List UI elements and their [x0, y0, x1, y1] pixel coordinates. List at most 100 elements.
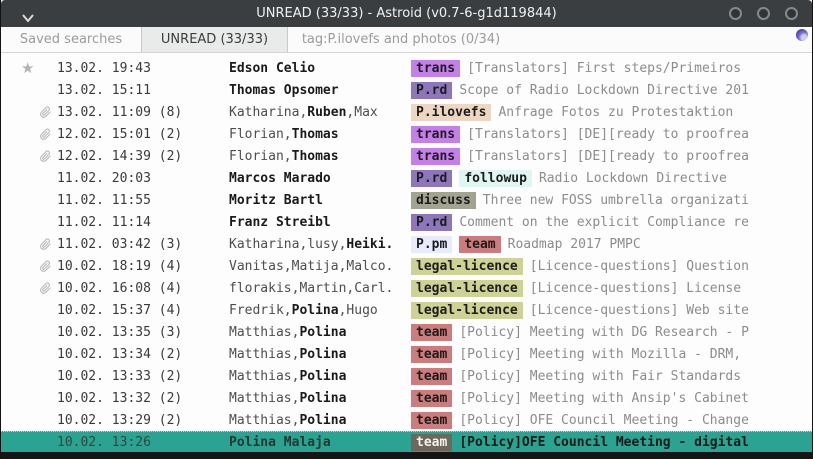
authors-cell: Matthias,Polina — [229, 325, 411, 340]
tags-subject-cell: trans [Translators] [DE][ready to proofre… — [411, 148, 812, 165]
paperclip-icon — [39, 259, 52, 273]
mail-thread-list: ★13.02. 19:43Edson Celiotrans[Translator… — [1, 53, 812, 453]
subject-text: Comment on the explicit Compliance re — [459, 215, 749, 230]
tags-subject-cell: team[Policy] OFE Council Meeting - Chang… — [411, 412, 812, 429]
flag-column — [1, 365, 57, 387]
list-item[interactable]: 10.02. 18:19 (4)Vanitas,Matija,Malco.leg… — [1, 255, 812, 277]
flag-column — [1, 101, 57, 123]
tags-subject-cell: P.pm team Roadmap 2017 PMPC — [411, 236, 812, 253]
authors-cell: florakis,Martin,Carl. — [229, 281, 411, 296]
list-item[interactable]: 12.02. 14:39 (2)Florian,Thomastrans[Tran… — [1, 145, 812, 167]
tags-subject-cell: P.rdfollowupRadio Lockdown Directive — [411, 170, 812, 187]
subject-text: Roadmap 2017 PMPC — [508, 237, 641, 252]
authors-cell: Matthias,Polina — [229, 391, 411, 406]
tags-subject-cell: team[Policy] Meeting with DG Research - … — [411, 324, 812, 341]
list-item[interactable]: 10.02. 15:37 (4)Fredrik,Polina,Hugolegal… — [1, 299, 812, 321]
date-cell: 10.02. 13:29 (2) — [57, 413, 229, 428]
tag-chip: legal-licence — [411, 258, 523, 275]
paperclip-icon — [39, 237, 52, 251]
star-icon: ★ — [21, 59, 34, 77]
list-item[interactable]: 10.02. 13:32 (2)Matthias,Polinateam[Poli… — [1, 387, 812, 409]
list-item[interactable]: 10.02. 13:34 (2)Matthias,Polinateam[Poli… — [1, 343, 812, 365]
authors-cell: Edson Celio — [229, 61, 411, 76]
authors-cell: Thomas Opsomer — [229, 83, 411, 98]
authors-cell: Marcos Marado — [229, 171, 411, 186]
authors-cell: Fredrik,Polina,Hugo — [229, 303, 411, 318]
list-item[interactable]: 11.02. 11:14Franz StreiblP.rdComment on … — [1, 211, 812, 233]
date-cell: 10.02. 15:37 (4) — [57, 303, 229, 318]
list-item[interactable]: 10.02. 13:33 (2)Matthias,Polinateam[Poli… — [1, 365, 812, 387]
tags-subject-cell: P.rdScope of Radio Lockdown Directive 20… — [411, 82, 812, 99]
poll-status-icon — [796, 29, 808, 41]
subject-text: [Licence-questions] Web site — [530, 303, 749, 318]
flag-column — [1, 343, 57, 365]
tags-subject-cell: P.ilovefsAnfrage Fotos zu Protestaktion — [411, 104, 812, 121]
subject-text: Radio Lockdown Directive — [539, 171, 727, 186]
subject-text: [Policy] Meeting with Fair Standards — [459, 369, 741, 384]
list-item[interactable]: ★13.02. 19:43Edson Celiotrans[Translator… — [1, 57, 812, 79]
tab-unread[interactable]: UNREAD (33/33) — [141, 27, 288, 52]
authors-cell: Moritz Bartl — [229, 193, 411, 208]
flag-column — [1, 255, 57, 277]
date-cell: 10.02. 13:33 (2) — [57, 369, 229, 384]
tag-chip: trans — [411, 60, 460, 77]
flag-column — [1, 189, 57, 211]
tags-subject-cell: team[Policy] Meeting with Ansip's Cabine… — [411, 390, 812, 407]
subject-text: Anfrage Fotos zu Protestaktion — [498, 105, 733, 120]
tag-chip: team — [411, 412, 452, 429]
tag-chip: P.pm — [411, 236, 452, 253]
window-button-3[interactable] — [785, 7, 798, 20]
list-item[interactable]: 12.02. 15:01 (2)Florian,Thomastrans[Tran… — [1, 123, 812, 145]
tab-tag-search[interactable]: tag:P.ilovefs and photos (0/34) — [288, 27, 514, 52]
paperclip-icon — [39, 127, 52, 141]
list-item[interactable]: 11.02. 20:03Marcos MaradoP.rdfollowupRad… — [1, 167, 812, 189]
window-button-1[interactable] — [729, 7, 742, 20]
tag-chip: trans — [411, 148, 460, 165]
tag-chip: legal-licence — [411, 280, 523, 297]
flag-column — [1, 431, 57, 453]
flag-column — [1, 211, 57, 233]
authors-cell: Vanitas,Matija,Malco. — [229, 259, 411, 274]
subject-text: [Policy] Meeting with Mozilla - DRM, — [459, 347, 741, 362]
flag-column — [1, 299, 57, 321]
paperclip-icon — [39, 281, 52, 295]
tags-subject-cell: P.rdComment on the explicit Compliance r… — [411, 214, 812, 231]
list-item-selected[interactable]: 10.02. 13:26Polina Malajateam[Policy]OFE… — [1, 431, 812, 453]
subject-text: [Translators] [DE][ready to proofrea — [467, 149, 749, 164]
flag-column — [1, 321, 57, 343]
list-item[interactable]: 11.02. 03:42 (3)Katharina,lusy,Heiki.P.p… — [1, 233, 812, 255]
date-cell: 10.02. 13:26 — [57, 435, 229, 450]
window-controls — [729, 7, 798, 20]
list-item[interactable]: 13.02. 15:11Thomas OpsomerP.rdScope of R… — [1, 79, 812, 101]
list-item[interactable]: 11.02. 11:55Moritz BartldiscussThree new… — [1, 189, 812, 211]
tag-chip: P.rd — [411, 170, 452, 187]
tags-subject-cell: team[Policy]OFE Council Meeting - digita… — [411, 434, 812, 451]
authors-cell: Franz Streibl — [229, 215, 411, 230]
flag-column — [1, 387, 57, 409]
tag-chip: trans — [411, 126, 460, 143]
authors-cell: Katharina,Ruben,Max — [229, 105, 411, 120]
list-item[interactable]: 10.02. 13:35 (3)Matthias,Polinateam[Poli… — [1, 321, 812, 343]
window-button-2[interactable] — [757, 7, 770, 20]
date-cell: 11.02. 20:03 — [57, 171, 229, 186]
subject-text: [Translators] [DE][ready to proofrea — [467, 127, 749, 142]
tag-chip: team — [411, 434, 452, 451]
list-item[interactable]: 10.02. 16:08 (4)florakis,Martin,Carl.leg… — [1, 277, 812, 299]
tag-chip: team — [459, 236, 500, 253]
subject-text: [Policy] Meeting with DG Research - P — [459, 325, 749, 340]
chevron-down-icon[interactable] — [21, 8, 35, 18]
date-cell: 11.02. 11:14 — [57, 215, 229, 230]
tab-saved-searches[interactable]: Saved searches — [1, 27, 141, 52]
authors-cell: Polina Malaja — [229, 435, 411, 450]
tag-chip: discuss — [411, 192, 476, 209]
authors-cell: Florian,Thomas — [229, 149, 411, 164]
tags-subject-cell: trans [Translators] First steps/Primeiros — [411, 60, 812, 77]
tags-subject-cell: legal-licence[Licence-questions] Questio… — [411, 258, 812, 275]
date-cell: 10.02. 13:34 (2) — [57, 347, 229, 362]
list-item[interactable]: 13.02. 11:09 (8)Katharina,Ruben,MaxP.ilo… — [1, 101, 812, 123]
flag-column — [1, 409, 57, 431]
date-cell: 10.02. 16:08 (4) — [57, 281, 229, 296]
subject-text: Scope of Radio Lockdown Directive 201 — [459, 83, 749, 98]
subject-text: [Translators] First steps/Primeiros — [467, 61, 741, 76]
list-item[interactable]: 10.02. 13:29 (2)Matthias,Polinateam[Poli… — [1, 409, 812, 431]
